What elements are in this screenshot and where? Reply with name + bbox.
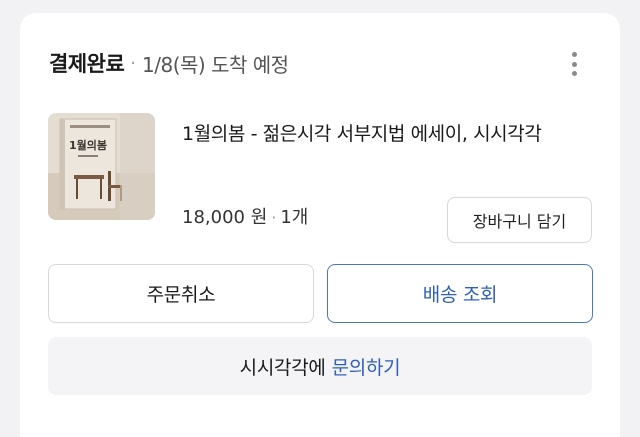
- cancel-order-button[interactable]: 주문취소: [48, 264, 314, 323]
- product-price: 18,000 원: [182, 207, 268, 228]
- product-quantity: 1개: [280, 207, 309, 228]
- order-card: 결제완료 · 1/8(목) 도착 예정 1월의봄 1월의봄 - 젊은시각 서부지…: [20, 13, 620, 437]
- cover-title: 1월의봄: [69, 138, 107, 152]
- seller-inquiry-bar[interactable]: 시시각각에 문의하기: [48, 337, 592, 395]
- header-separator: ·: [130, 52, 137, 74]
- track-shipment-button[interactable]: 배송 조회: [327, 264, 593, 323]
- inquiry-seller-text: 시시각각에: [239, 356, 326, 379]
- product-price-line: 18,000 원 · 1개: [182, 203, 308, 229]
- inquiry-link[interactable]: 문의하기: [332, 353, 401, 380]
- delivery-eta: 1/8(목) 도착 예정: [142, 52, 289, 77]
- add-to-cart-button[interactable]: 장바구니 담기: [447, 197, 592, 243]
- product-thumbnail[interactable]: 1월의봄: [48, 113, 155, 220]
- more-options-icon[interactable]: [564, 49, 584, 79]
- price-separator: ·: [271, 208, 277, 227]
- product-title[interactable]: 1월의봄 - 젊은시각 서부지법 에세이, 시시각각: [182, 117, 602, 151]
- order-status: 결제완료: [49, 52, 125, 76]
- order-header: 결제완료 · 1/8(목) 도착 예정: [49, 45, 289, 81]
